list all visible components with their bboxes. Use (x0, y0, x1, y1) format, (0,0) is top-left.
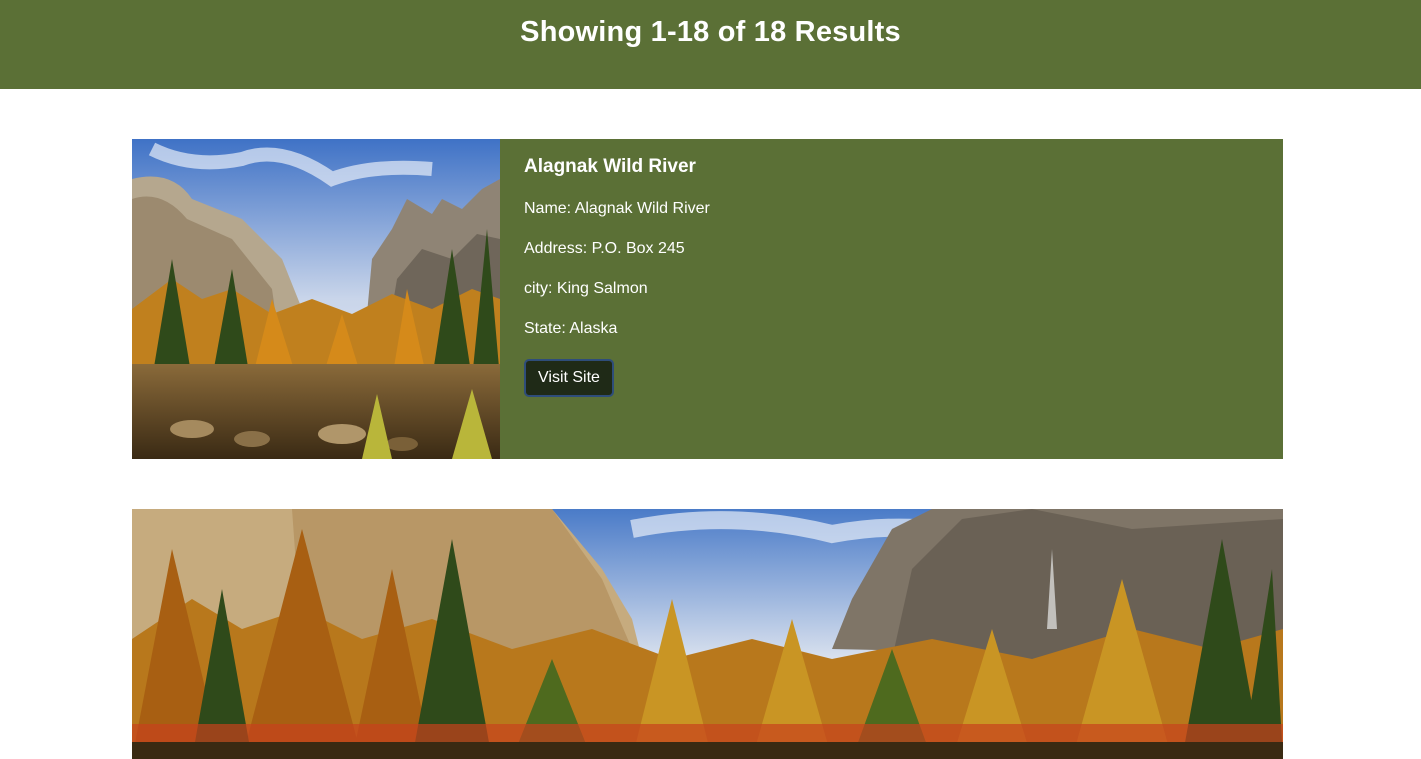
park-address: Address: P.O. Box 245 (524, 240, 685, 257)
results-count-heading: Showing 1-18 of 18 Results (520, 16, 901, 48)
park-name: Name: Alagnak Wild River (524, 200, 710, 217)
visit-site-button[interactable]: Visit Site (524, 359, 614, 397)
park-image (132, 139, 500, 459)
results-header: Showing 1-18 of 18 Results (0, 0, 1421, 89)
park-details: Alagnak Wild River Name: Alagnak Wild Ri… (500, 139, 1283, 459)
park-city: city: King Salmon (524, 280, 648, 297)
park-title: Alagnak Wild River (524, 156, 696, 177)
park-result-card: Alagnak Wild River Name: Alagnak Wild Ri… (132, 139, 1283, 459)
park-state: State: Alaska (524, 320, 618, 337)
landscape-banner-image (132, 509, 1283, 759)
